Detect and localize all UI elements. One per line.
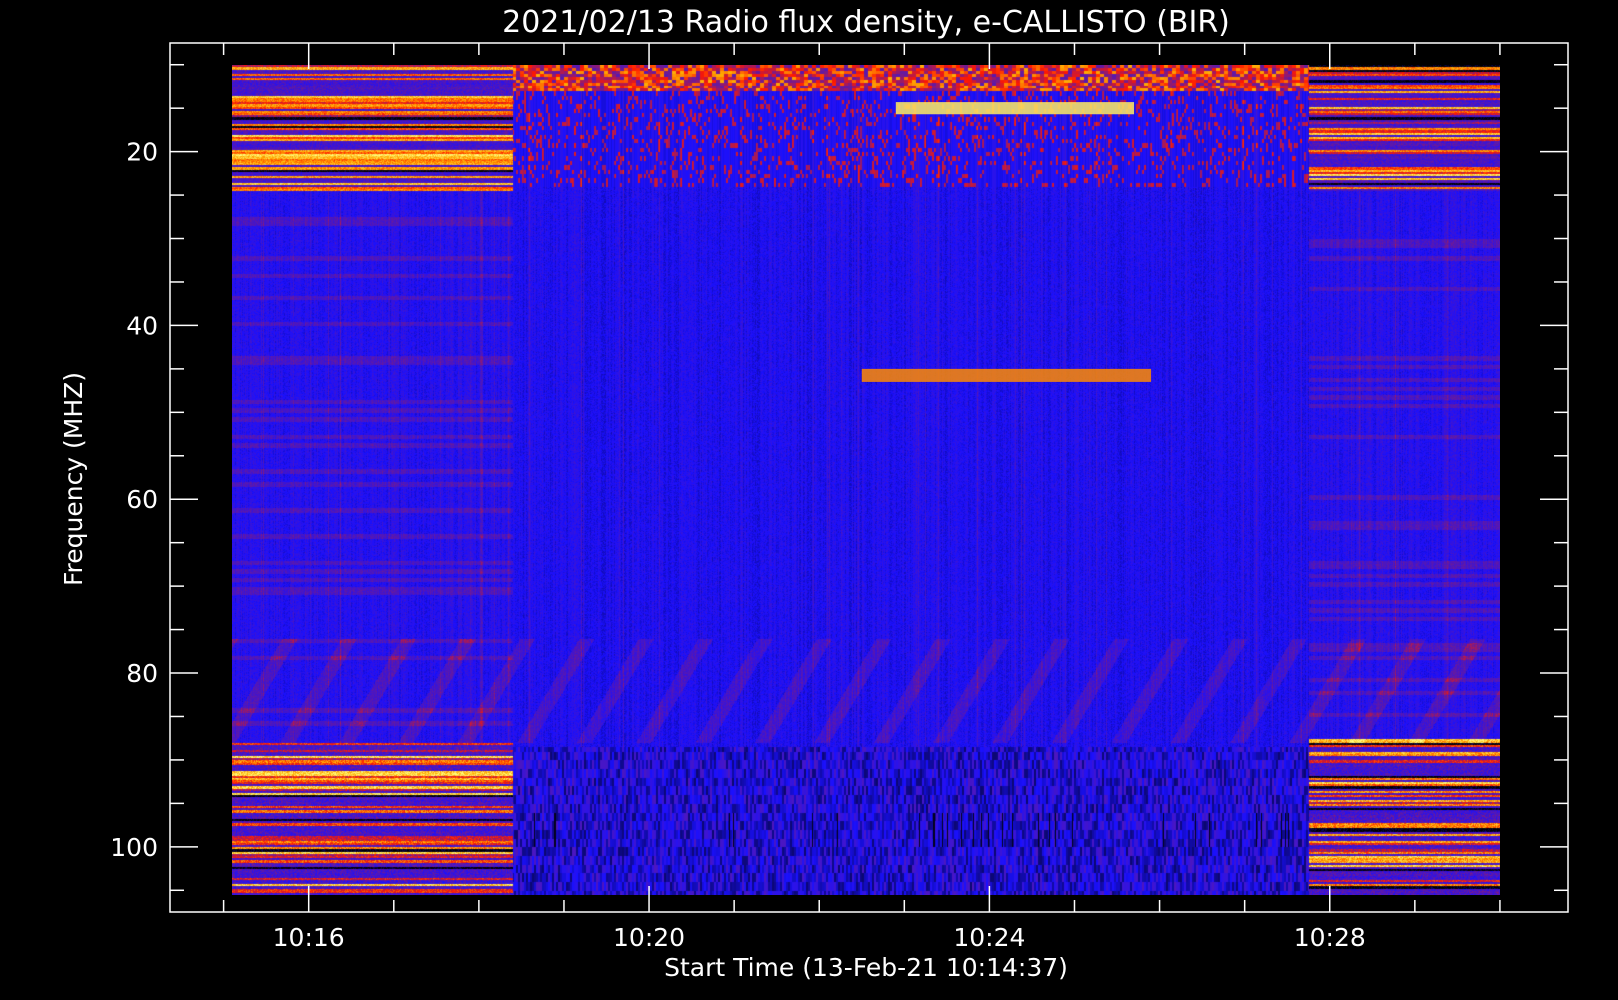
burst-feature-2 xyxy=(895,102,1135,115)
burst-feature-1 xyxy=(861,368,1152,382)
x-axis-label: Start Time (13-Feb-21 10:14:37) xyxy=(664,953,1068,982)
spectrogram-raster xyxy=(232,65,1500,895)
x-tick-label: 10:20 xyxy=(613,923,685,952)
x-tick-label: 10:16 xyxy=(273,923,345,952)
y-tick-label: 100 xyxy=(110,833,158,862)
y-tick-label: 80 xyxy=(126,659,158,688)
x-tick-label: 10:24 xyxy=(953,923,1025,952)
radio-spectrogram-chart: 2021/02/13 Radio flux density, e-CALLIST… xyxy=(0,0,1618,1000)
y-axis-label: Frequency (MHZ) xyxy=(59,372,88,586)
spectrogram-heatmap xyxy=(232,65,1500,895)
y-tick-label: 20 xyxy=(126,138,158,167)
y-tick-label: 60 xyxy=(126,485,158,514)
y-tick-label: 40 xyxy=(126,311,158,340)
chart-title: 2021/02/13 Radio flux density, e-CALLIST… xyxy=(502,5,1230,40)
x-tick-label: 10:28 xyxy=(1294,923,1366,952)
